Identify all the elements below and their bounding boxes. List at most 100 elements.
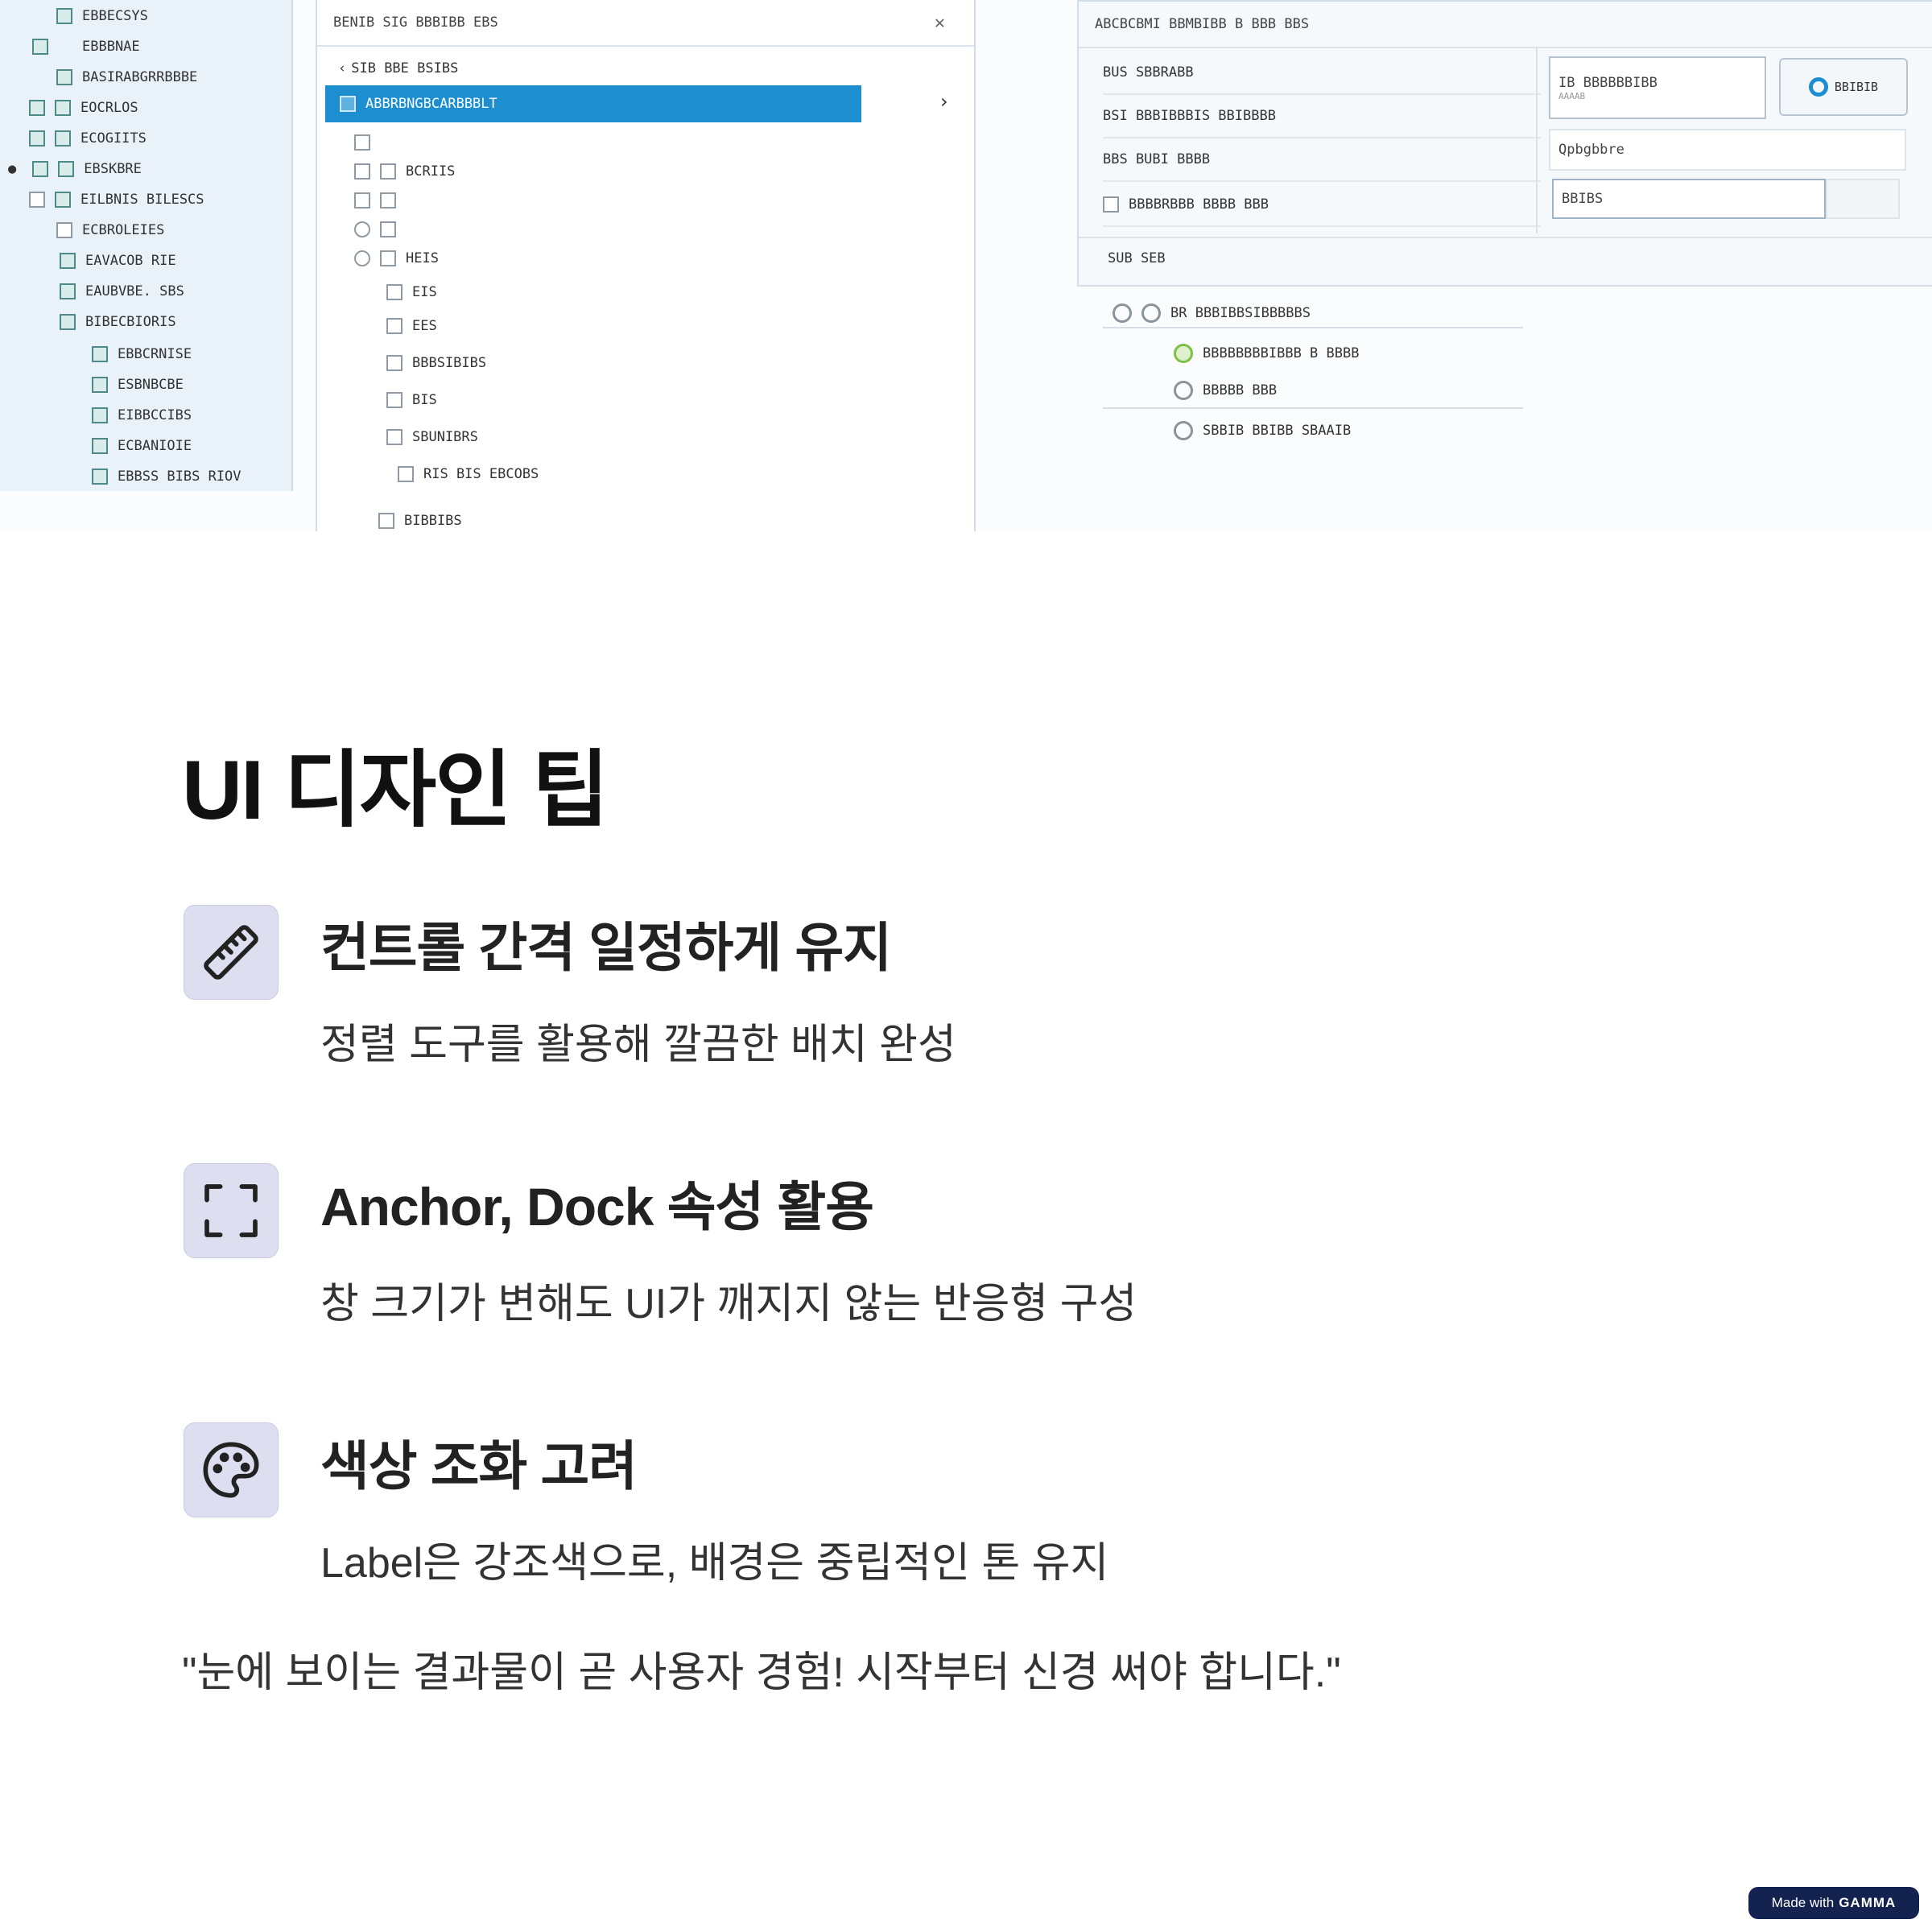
form-icon <box>32 161 49 177</box>
option-item[interactable]: BBBBB BBB <box>1174 378 1277 402</box>
form-icon <box>32 39 48 55</box>
tree-item[interactable]: HEIS <box>354 246 439 270</box>
tree-item[interactable]: EAUBVBE. SBS <box>60 279 184 303</box>
tree-item[interactable]: ● EBSKBRE <box>8 157 142 181</box>
file-box[interactable]: IB BBBBBBIBB AAAAB <box>1549 56 1766 119</box>
tree-item[interactable] <box>354 188 406 213</box>
bullet-icon: ● <box>8 161 17 177</box>
radio-icon <box>1141 303 1161 323</box>
radio-icon <box>1174 381 1193 400</box>
made-with-badge[interactable]: Made with GAMMA <box>1748 1887 1919 1919</box>
browse-button[interactable] <box>1826 179 1900 219</box>
form-icon <box>56 8 72 24</box>
closing-quote: "눈에 보이는 결과물이 곧 사용자 경험! 시작부터 신경 써야 합니다." <box>182 1649 1341 1696</box>
tip-icon-box <box>184 1422 279 1517</box>
palette-icon <box>203 1442 259 1498</box>
checkbox-icon <box>354 192 370 208</box>
tip-description: 창 크기가 변해도 UI가 깨지지 않는 반응형 구성 <box>320 1281 1137 1327</box>
chevron-right-icon[interactable]: › <box>940 90 948 113</box>
tree-item[interactable]: RIS BIS EBCOBS <box>398 462 539 486</box>
tip-description: Label은 강조색으로, 배경은 중립적인 톤 유지 <box>320 1540 1109 1587</box>
tree-item[interactable]: SBUNIBRS <box>386 425 478 449</box>
form-icon <box>92 407 108 423</box>
box-icon <box>380 221 396 237</box>
tip-icon-box <box>184 1163 279 1258</box>
tree-item[interactable]: ECBANIOIE <box>92 434 192 458</box>
tree-item[interactable]: EIS <box>386 280 437 304</box>
tree-item[interactable]: EBBBNAE <box>32 35 140 59</box>
tip-heading: Anchor, Dock 속성 활용 <box>320 1177 874 1236</box>
panel-header: BENIB SIG BBBIBB EBS ✕ <box>317 0 974 47</box>
box-icon <box>380 250 396 266</box>
selected-tool[interactable]: ABBRBNGBCARBBBLT <box>325 85 861 122</box>
checkbox-icon <box>380 163 396 180</box>
tree-item[interactable]: ECOGIITS <box>29 126 147 151</box>
form-icon <box>58 161 75 177</box>
tree-item[interactable]: BCRIIS <box>354 159 455 184</box>
tree-item[interactable]: BIS <box>386 388 437 412</box>
tip-heading: 색상 조화 고려 <box>320 1436 638 1496</box>
tree-item[interactable] <box>354 217 406 242</box>
tree-item[interactable]: BIBECBIORIS <box>60 310 176 334</box>
control-icon <box>386 392 402 408</box>
option-item[interactable]: SBBIB BBIBB SBAAIB <box>1174 419 1351 443</box>
tip-icon-box <box>184 905 279 1000</box>
checkbox-icon <box>354 163 370 180</box>
form-icon <box>60 253 76 269</box>
tree-item[interactable]: ESBNBCBE <box>92 373 184 397</box>
form-row[interactable]: BUS SBBRABB <box>1103 52 1541 95</box>
tree-item[interactable]: EOCRLOS <box>29 96 138 120</box>
form-icon <box>29 130 45 147</box>
badge-brand: GAMMA <box>1839 1895 1897 1910</box>
tree-item[interactable]: EAVACOB RIE <box>60 249 176 273</box>
control-icon <box>386 318 402 334</box>
properties-panel: ABCBCBMI BBMBIBB B BBB BBS BUS SBBRABB B… <box>1077 0 1932 287</box>
control-icon <box>386 429 402 445</box>
form-icon <box>56 69 72 85</box>
tool-icon <box>340 96 356 112</box>
form-icon <box>92 346 108 362</box>
radio-selected-icon <box>1174 344 1193 363</box>
radio-icon <box>1174 421 1193 440</box>
hook-icon <box>354 250 370 266</box>
form-row[interactable]: BBS BUBI BBBB <box>1103 138 1541 182</box>
divider <box>1536 48 1538 233</box>
panel-header: ABCBCBMI BBMBIBB B BBB BBS <box>1079 2 1932 48</box>
category-field[interactable]: Qpbgbbre <box>1549 129 1906 171</box>
card-icon <box>1103 196 1119 213</box>
tree-item[interactable]: EBBCRNISE <box>92 342 192 366</box>
checkbox-icon <box>398 466 414 482</box>
page-title: UI 디자인 팁 <box>182 744 609 837</box>
form-icon <box>29 100 45 116</box>
form-row[interactable]: BBBBRBBB BBBB BBB <box>1103 184 1541 227</box>
section-header[interactable]: ‹ SIB BBE BSIBS <box>338 56 458 80</box>
tree-item[interactable]: EIBBCCIBS <box>92 403 192 427</box>
form-row[interactable]: BSI BBBIBBBIS BBIBBBB <box>1103 95 1541 138</box>
form-icon <box>55 100 71 116</box>
open-button[interactable]: BBIBIB <box>1779 58 1908 116</box>
control-icon <box>386 284 402 300</box>
radio-icon <box>1113 303 1132 323</box>
tree-item[interactable]: BBBSIBIBS <box>386 351 486 375</box>
control-icon <box>386 355 402 371</box>
toolbox-panel: BENIB SIG BBBIBB EBS ✕ ‹ SIB BBE BSIBS AB… <box>316 0 976 531</box>
tree-item[interactable]: EBBSS BIBS RIOV <box>92 464 242 489</box>
value-field[interactable]: BBIBS <box>1552 179 1826 219</box>
group-header: BR BBBIBBSIBBBBBS <box>1113 301 1311 325</box>
designer-screenshot: EBBECSYS EBBBNAE BASIRABGRRBBBE EOCRLOS … <box>0 0 1932 531</box>
tree-item[interactable]: ECBROLEIES <box>56 218 164 242</box>
tree-item[interactable]: BIBBIBS <box>378 509 462 531</box>
summary-label: SUB SEB <box>1108 250 1166 266</box>
tree-item[interactable]: EBBECSYS <box>56 4 148 28</box>
form-icon <box>92 377 108 393</box>
option-item[interactable]: BBBBBBBBIBBB B BBBB <box>1174 341 1359 365</box>
tip-description: 정렬 도구를 활용해 깔끔한 배치 완성 <box>320 1022 956 1068</box>
tree-item[interactable]: BASIRABGRRBBBE <box>56 65 197 89</box>
pin-icon[interactable]: ✕ <box>935 13 945 33</box>
ruler-icon <box>204 925 258 980</box>
tree-item[interactable]: EES <box>386 314 437 338</box>
form-icon <box>92 469 108 485</box>
form-icon <box>55 192 71 208</box>
tree-item[interactable] <box>354 130 380 155</box>
tree-item[interactable]: EILBNIS BILESCS <box>29 188 204 212</box>
